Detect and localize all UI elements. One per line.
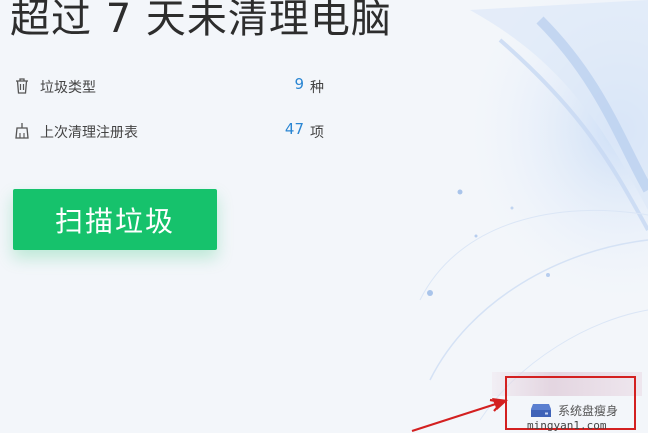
stat-value: 47 [284,120,304,138]
annotation-arrow [411,398,508,433]
stat-label: 上次清理注册表 [40,125,138,141]
scan-junk-button[interactable]: 扫描垃圾 [13,189,217,250]
stat-value: 9 [294,75,304,93]
stat-unit: 种 [310,80,324,96]
stat-unit: 项 [310,125,324,141]
stat-row-junk-types: 垃圾类型 9 种 [12,74,332,98]
watermark-text: mingyan1.com [527,419,607,432]
stat-label: 垃圾类型 [40,80,96,96]
trash-icon [16,78,28,94]
stat-row-registry: 上次清理注册表 47 项 [12,119,332,143]
broom-icon [15,123,29,139]
page-headline: 超过 7 天未清理电脑 [10,0,392,42]
